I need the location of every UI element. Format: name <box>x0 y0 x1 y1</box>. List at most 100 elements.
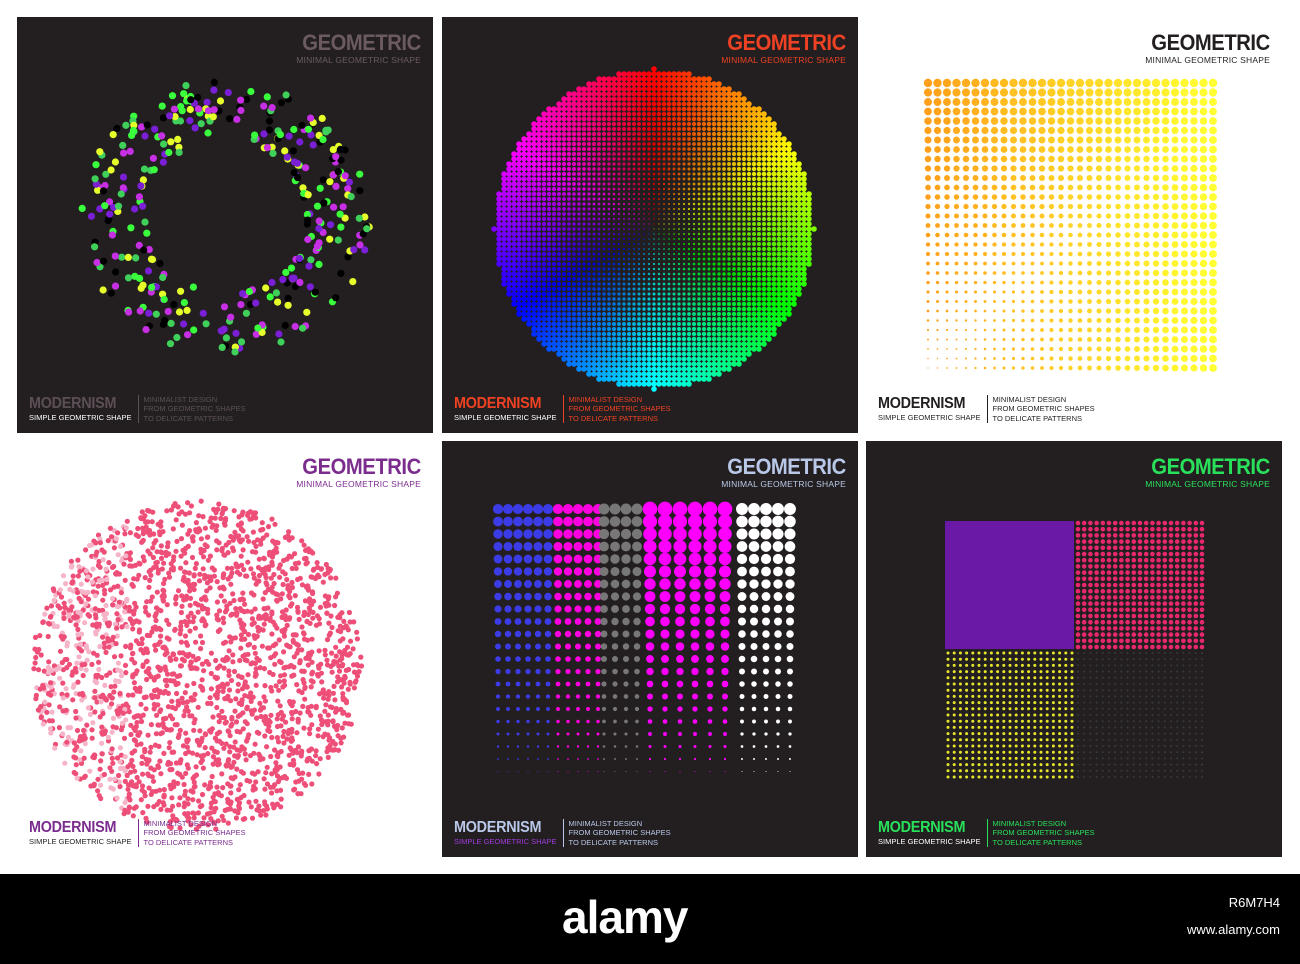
rainbow-dot <box>576 91 582 97</box>
rainbow-dot <box>681 331 687 337</box>
rainbow-dot <box>561 161 567 167</box>
rainbow-dot <box>551 156 557 162</box>
rainbow-dot <box>561 126 567 132</box>
rainbow-dot <box>581 126 587 132</box>
yellow-dot <box>1096 241 1102 248</box>
rainbow-dot <box>682 187 686 191</box>
rainbow-dot <box>672 137 676 141</box>
rainbow-dot <box>637 292 641 296</box>
rainbow-dot <box>668 248 670 250</box>
rainbow-dot <box>668 228 670 230</box>
rainbow-dot <box>737 212 741 216</box>
rainbow-dot <box>766 306 772 312</box>
rainbow-dot <box>577 287 581 291</box>
rainbow-dot <box>697 182 701 186</box>
rainbow-dot <box>642 297 646 301</box>
pink-dot <box>171 749 177 755</box>
rainbow-dot <box>511 246 517 252</box>
rainbow-dot <box>756 271 762 277</box>
rainbow-dot <box>737 187 741 191</box>
yellow-dot <box>1209 107 1217 116</box>
yellow-dot <box>1134 222 1140 229</box>
rainbow-dot <box>717 252 721 256</box>
yellow-dot <box>1028 126 1037 135</box>
rainbow-dot <box>697 192 701 196</box>
yellow-dot <box>1208 88 1218 97</box>
rainbow-dot <box>671 336 677 342</box>
yellow-dot <box>962 107 970 116</box>
yellow-dot <box>983 280 987 285</box>
rainbow-dot <box>701 371 707 377</box>
rainbow-dot <box>791 286 797 292</box>
rainbow-dot <box>702 257 706 261</box>
rainbow-dot <box>601 361 607 367</box>
yellow-dot <box>1104 126 1113 135</box>
rainbow-dot <box>571 151 577 157</box>
rainbow-dot <box>506 181 512 187</box>
rainbow-dot <box>776 141 782 147</box>
rainbow-dot <box>742 272 746 276</box>
rainbow-dot <box>587 162 591 166</box>
rainbow-dot <box>721 111 727 117</box>
rainbow-dot <box>676 111 682 117</box>
pink-dot <box>244 534 250 540</box>
rainbow-dot <box>581 361 587 367</box>
rainbow-dot <box>741 131 747 137</box>
rainbow-dot <box>611 106 617 112</box>
ring-dot <box>287 264 296 272</box>
rainbow-dot <box>621 86 627 92</box>
rainbow-dot <box>622 177 626 181</box>
rainbow-dot <box>682 222 686 226</box>
rainbow-dot <box>676 346 682 352</box>
rainbow-dot <box>501 266 507 272</box>
rainbow-dot <box>756 106 762 112</box>
rainbow-dot <box>681 126 687 132</box>
rainbow-dot <box>801 281 807 287</box>
rainbow-dot <box>582 247 586 251</box>
rainbow-dot <box>712 182 716 186</box>
rainbow-dot <box>536 331 542 337</box>
rainbow-dot <box>582 262 586 266</box>
rainbow-dot <box>658 213 660 215</box>
ring-dot <box>186 117 194 125</box>
rainbow-dot <box>506 171 512 177</box>
yellow-dot <box>1029 194 1036 200</box>
rainbow-dot <box>692 262 696 266</box>
rainbow-dot <box>657 302 661 306</box>
rainbow-dot <box>591 91 597 97</box>
rainbow-dot <box>621 331 627 337</box>
rainbow-dot <box>597 217 601 221</box>
rainbow-dot <box>682 277 686 281</box>
rainbow-dot <box>546 116 552 122</box>
poster-subtitle: MINIMAL GEOMETRIC SHAPE <box>1145 55 1270 65</box>
rainbow-dot <box>672 267 676 271</box>
rainbow-dot <box>621 71 627 77</box>
rainbow-dot <box>587 287 591 291</box>
rainbow-dot <box>761 311 767 317</box>
rainbow-dot <box>721 301 727 307</box>
rainbow-dot <box>648 223 650 225</box>
rainbow-dot <box>622 172 626 176</box>
rainbow-dot <box>721 146 727 152</box>
rainbow-dot <box>746 311 752 317</box>
rainbow-dot <box>636 346 642 352</box>
footer-line: TO DELICATE PATTERNS <box>992 413 1082 423</box>
rainbow-dot <box>717 267 721 271</box>
rainbow-dot <box>731 146 737 152</box>
yellow-dot <box>1180 193 1189 201</box>
yellow-dot <box>1096 298 1102 305</box>
rainbow-dot <box>672 177 676 181</box>
yellow-dot <box>1067 194 1074 200</box>
rainbow-dot <box>627 272 631 276</box>
rainbow-dot <box>506 216 512 222</box>
rainbow-dot <box>577 237 581 241</box>
rainbow-dot <box>617 132 621 136</box>
rainbow-dot <box>531 216 537 222</box>
rainbow-dot <box>722 177 726 181</box>
rainbow-dot <box>516 141 522 147</box>
poster-1-footer: MODERNISM SIMPLE GEOMETRIC SHAPE MINIMAL… <box>29 394 246 423</box>
rainbow-dot <box>637 142 641 146</box>
rainbow-dot <box>572 267 576 271</box>
rainbow-dot <box>631 121 637 127</box>
rainbow-dot <box>587 202 591 206</box>
